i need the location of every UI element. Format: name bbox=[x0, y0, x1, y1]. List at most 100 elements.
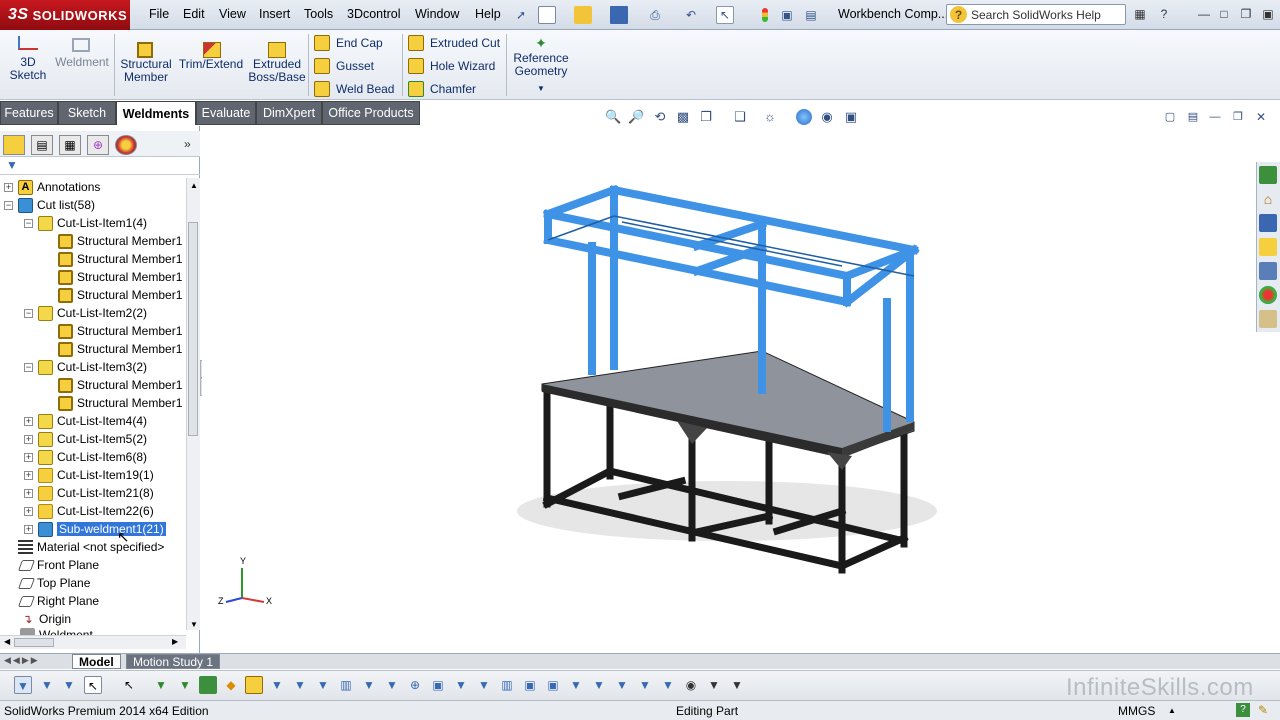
property-manager-tab-icon[interactable]: ▤ bbox=[31, 135, 53, 155]
expand-icon[interactable]: + bbox=[24, 506, 33, 516]
expand-icon[interactable]: + bbox=[24, 416, 33, 426]
tree-item-cut-list-item21[interactable]: + Cut-List-Item21(8) bbox=[4, 484, 186, 502]
hole-wizard-button[interactable]: Hole Wizard bbox=[408, 56, 495, 76]
tree-item-cut-list[interactable]: − Cut list(58) bbox=[4, 196, 186, 214]
filter-bar[interactable]: ▼ bbox=[0, 157, 200, 175]
minimize-icon[interactable]: — bbox=[1196, 6, 1212, 22]
scroll-left-icon[interactable]: ◀ bbox=[4, 637, 10, 646]
units-chevron-icon[interactable]: ▲ bbox=[1168, 706, 1176, 715]
section-view-icon[interactable]: ▩ bbox=[675, 109, 691, 125]
tab-dimxpert[interactable]: DimXpert bbox=[256, 101, 322, 125]
view-settings-icon[interactable]: ▣ bbox=[843, 109, 859, 125]
open-folder-icon[interactable] bbox=[574, 6, 592, 24]
save-icon[interactable] bbox=[610, 6, 628, 24]
filter-hole-callout-icon[interactable]: ▼ bbox=[567, 676, 585, 694]
menu-file[interactable]: File bbox=[149, 7, 169, 21]
tree-horizontal-scrollbar[interactable]: ◀ ▶ bbox=[0, 635, 186, 649]
weldment-button[interactable]: Weldment bbox=[54, 38, 110, 69]
tile-icon[interactable]: ❐ bbox=[1238, 6, 1254, 22]
display-manager-tab-icon[interactable] bbox=[115, 135, 137, 155]
tree-item-cut-list-item22[interactable]: + Cut-List-Item22(6) bbox=[4, 502, 186, 520]
collapse-icon[interactable]: − bbox=[4, 200, 13, 210]
new-document-icon[interactable] bbox=[538, 6, 556, 24]
design-library-icon[interactable] bbox=[1259, 214, 1277, 232]
chamfer-button[interactable]: Chamfer bbox=[408, 79, 476, 99]
tree-item-cut-list-item2[interactable]: − Cut-List-Item2(2) bbox=[4, 304, 186, 322]
filter-faces-icon[interactable]: ▼ bbox=[60, 676, 78, 694]
tree-item-annotations[interactable]: + A Annotations bbox=[4, 178, 186, 196]
print-icon[interactable]: ⎙ bbox=[646, 6, 664, 24]
filter-datum-icon[interactable]: ▼ bbox=[360, 676, 378, 694]
filter-solid-icon[interactable] bbox=[199, 676, 217, 694]
rebuild-icon[interactable] bbox=[756, 6, 774, 24]
expand-icon[interactable]: + bbox=[24, 452, 33, 462]
expand-icon[interactable]: + bbox=[4, 182, 13, 192]
tab-sketch[interactable]: Sketch bbox=[58, 101, 116, 125]
tree-item-cut-list-item19[interactable]: + Cut-List-Item19(1) bbox=[4, 466, 186, 484]
filter-blocks-icon[interactable]: ▼ bbox=[452, 676, 470, 694]
tree-item-structural-member[interactable]: Structural Member1 bbox=[4, 286, 186, 304]
gusset-button[interactable]: Gusset bbox=[314, 56, 374, 76]
viewport-restore-icon[interactable]: ❐ bbox=[1230, 109, 1246, 125]
apply-scene-icon[interactable]: ◉ bbox=[819, 109, 835, 125]
help-icon[interactable]: ? bbox=[1156, 6, 1172, 22]
tree-item-structural-member[interactable]: Structural Member1 bbox=[4, 250, 186, 268]
zoom-to-fit-icon[interactable]: 🔍 bbox=[605, 109, 621, 125]
tab-office-products[interactable]: Office Products bbox=[322, 101, 420, 125]
view-palette-icon[interactable] bbox=[1259, 262, 1277, 280]
display-style-icon[interactable]: ❑ bbox=[732, 109, 748, 125]
filter-midpoint-icon[interactable]: ▼ bbox=[659, 676, 677, 694]
viewport-split-icon[interactable]: ▤ bbox=[1185, 109, 1201, 125]
weld-bead-button[interactable]: Weld Bead bbox=[314, 79, 394, 99]
collapse-icon[interactable]: − bbox=[24, 218, 33, 228]
reference-geometry-button[interactable]: ✦ Reference Geometry ▼ bbox=[510, 36, 572, 95]
expand-icon[interactable]: + bbox=[24, 488, 33, 498]
tree-item-cut-list-item3[interactable]: − Cut-List-Item3(2) bbox=[4, 358, 186, 376]
h-scroll-thumb[interactable] bbox=[14, 638, 54, 647]
chevron-down-icon[interactable]: ▼ bbox=[510, 82, 572, 95]
menu-insert[interactable]: Insert bbox=[259, 7, 290, 21]
filter-edges-icon[interactable]: ▼ bbox=[38, 676, 56, 694]
help-status-icon[interactable]: ? bbox=[1236, 703, 1250, 717]
filter-gtol-icon[interactable]: ▥ bbox=[337, 676, 355, 694]
appearances-icon[interactable] bbox=[1259, 286, 1277, 304]
tree-item-right-plane[interactable]: Right Plane bbox=[4, 592, 186, 610]
menu-3dcontrol[interactable]: 3Dcontrol bbox=[347, 7, 401, 21]
menu-help[interactable]: Help bbox=[475, 7, 501, 21]
file-explorer-icon[interactable] bbox=[1259, 238, 1277, 256]
filter-routing-point-icon[interactable]: ▼ bbox=[636, 676, 654, 694]
edit-appearance-icon[interactable] bbox=[796, 109, 812, 125]
tree-item-top-plane[interactable]: Top Plane bbox=[4, 574, 186, 592]
graphics-area[interactable]: Y Z X bbox=[202, 126, 1254, 654]
file-properties-icon[interactable]: ▣ bbox=[778, 6, 796, 24]
filter-surface-finish-icon[interactable]: ▼ bbox=[383, 676, 401, 694]
tree-item-material[interactable]: Material <not specified> bbox=[4, 538, 186, 556]
feature-tree-tab-icon[interactable] bbox=[3, 135, 25, 155]
expand-icon[interactable]: + bbox=[24, 434, 33, 444]
filter-annotations-icon[interactable]: ▼ bbox=[291, 676, 309, 694]
filter-surface-icon[interactable]: ◆ bbox=[222, 676, 240, 694]
hide-show-items-icon[interactable]: ☼ bbox=[762, 109, 778, 125]
filter-toggle-icon[interactable]: ▼ bbox=[14, 676, 32, 694]
filter-weld-bead-icon[interactable]: ▼ bbox=[590, 676, 608, 694]
tab-model[interactable]: Model bbox=[72, 654, 121, 669]
tree-item-cut-list-item1[interactable]: − Cut-List-Item1(4) bbox=[4, 214, 186, 232]
status-units[interactable]: MMGS bbox=[1118, 704, 1155, 718]
tree-item-cut-list-item5[interactable]: + Cut-List-Item5(2) bbox=[4, 430, 186, 448]
filter-dimensions-icon[interactable]: ▼ bbox=[268, 676, 286, 694]
filter-connection-point-icon[interactable]: ▼ bbox=[613, 676, 631, 694]
search-help-input[interactable]: Search SolidWorks Help bbox=[946, 4, 1126, 25]
solidworks-logo[interactable]: 3S SOLIDWORKS bbox=[0, 0, 130, 30]
menu-tools[interactable]: Tools bbox=[304, 7, 333, 21]
tree-scroll-thumb[interactable] bbox=[188, 222, 198, 436]
scroll-down-icon[interactable]: ▼ bbox=[190, 620, 198, 629]
select-arrow-icon[interactable]: ↖ bbox=[716, 6, 734, 24]
filter-planes-icon[interactable]: ▼ bbox=[705, 676, 723, 694]
tree-item-structural-member[interactable]: Structural Member1 bbox=[4, 340, 186, 358]
structural-member-button[interactable]: Structural Member bbox=[118, 42, 174, 84]
filter-vertices-icon[interactable]: ▼ bbox=[152, 676, 170, 694]
collapse-icon[interactable]: − bbox=[24, 308, 33, 318]
filter-sketch-icon[interactable]: ▼ bbox=[176, 676, 194, 694]
custom-properties-icon[interactable] bbox=[1259, 310, 1277, 328]
view-orientation-icon[interactable]: ❐ bbox=[698, 109, 714, 125]
